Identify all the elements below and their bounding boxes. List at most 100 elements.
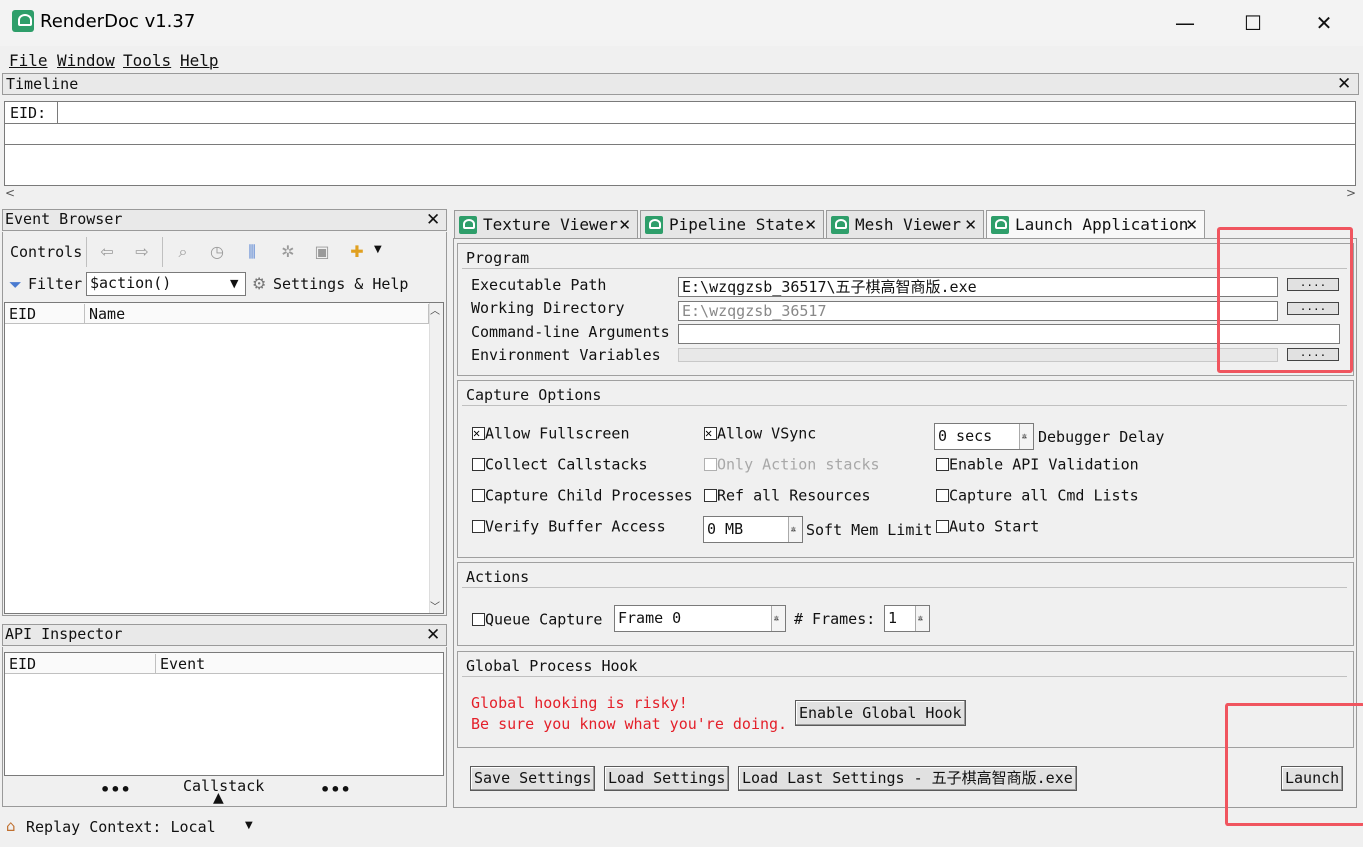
timeline-close-icon[interactable]: ✕ xyxy=(1337,74,1351,94)
tab-texture-viewer[interactable]: Texture Viewer ✕ xyxy=(454,210,638,238)
columns-icon[interactable]: ⫼ xyxy=(241,241,263,263)
soft-mem-limit-input[interactable]: 0 MB xyxy=(703,516,803,543)
previous-icon[interactable]: ⇦ xyxy=(96,241,118,263)
group-divider xyxy=(462,268,1347,269)
menu-help[interactable]: Help xyxy=(180,51,219,70)
api-column-eid[interactable]: EID xyxy=(5,654,156,674)
working-directory-input[interactable]: E:\wzqgzsb_36517 xyxy=(678,301,1278,321)
auto-start-option[interactable]: Auto Start xyxy=(936,517,1039,536)
group-divider xyxy=(462,405,1347,406)
environment-variables-label: Environment Variables xyxy=(471,346,661,364)
checkbox-icon[interactable] xyxy=(472,520,485,533)
queue-capture-option[interactable]: Queue Capture xyxy=(472,610,602,629)
settings-help-button[interactable]: Settings & Help xyxy=(273,275,408,293)
global-process-hook-title: Global Process Hook xyxy=(466,657,638,675)
spinner-icon[interactable] xyxy=(788,517,802,542)
verify-buffer-access-option[interactable]: Verify Buffer Access xyxy=(472,517,666,536)
allow-fullscreen-option[interactable]: Allow Fullscreen xyxy=(472,424,630,443)
capture-child-processes-option[interactable]: Capture Child Processes xyxy=(472,486,693,505)
callstack-expand-icon[interactable]: ▲ xyxy=(213,790,224,806)
executable-path-label: Executable Path xyxy=(471,276,607,294)
checkbox-icon[interactable] xyxy=(472,458,485,471)
save-icon[interactable]: ▣ xyxy=(311,241,333,263)
load-settings-button[interactable]: Load Settings xyxy=(604,766,730,791)
timeline-eid-label: EID: xyxy=(10,104,47,122)
checkbox-icon[interactable] xyxy=(936,489,949,502)
checkbox-icon[interactable] xyxy=(704,489,717,502)
checkbox-icon[interactable] xyxy=(936,520,949,533)
scroll-down-icon[interactable]: ﹀ xyxy=(430,598,440,613)
spinner-icon[interactable] xyxy=(915,606,929,631)
event-list[interactable] xyxy=(4,302,444,614)
event-browser-title: Event Browser xyxy=(5,210,123,228)
queue-frame-input[interactable]: Frame 0 xyxy=(614,605,786,632)
frames-count-input[interactable]: 1 xyxy=(884,605,930,632)
spinner-icon[interactable] xyxy=(1019,424,1033,449)
renderdoc-tab-icon xyxy=(831,216,849,234)
column-eid[interactable]: EID xyxy=(5,304,85,324)
bookmark-icon[interactable]: ✲ xyxy=(277,241,299,263)
renderdoc-tab-icon xyxy=(459,216,477,234)
menu-file[interactable]: File xyxy=(9,51,48,70)
minimize-button[interactable]: — xyxy=(1150,0,1220,46)
menu-window[interactable]: Window xyxy=(57,51,115,70)
tab-launch-application[interactable]: Launch Application ✕ xyxy=(986,210,1205,238)
timeline-divider xyxy=(5,123,1355,124)
next-icon[interactable]: ⇨ xyxy=(131,241,153,263)
column-name[interactable]: Name xyxy=(85,304,429,324)
scroll-right-icon[interactable]: > xyxy=(1346,186,1356,200)
gear-icon: ⚙ xyxy=(252,274,267,293)
splitter-dots-left[interactable]: ••• xyxy=(100,780,131,799)
scroll-up-icon[interactable]: ︿ xyxy=(430,302,440,317)
api-column-event[interactable]: Event xyxy=(156,654,443,674)
find-icon[interactable]: ⌕ xyxy=(172,241,194,263)
capture-all-cmd-lists-option[interactable]: Capture all Cmd Lists xyxy=(936,486,1139,505)
tab-pipeline-state[interactable]: Pipeline State ✕ xyxy=(640,210,824,238)
timeline-divider xyxy=(5,144,1355,145)
executable-path-input[interactable]: E:\wzqgzsb_36517\五子棋高智商版.exe xyxy=(678,277,1278,297)
menu-tools[interactable]: Tools xyxy=(123,51,171,70)
timer-icon[interactable]: ◷ xyxy=(206,241,228,263)
global-hook-warning-line2: Be sure you know what you're doing. xyxy=(471,715,788,733)
checkbox-icon[interactable] xyxy=(472,489,485,502)
allow-vsync-option[interactable]: Allow VSync xyxy=(704,424,816,443)
checkbox-checked-icon[interactable] xyxy=(472,425,485,441)
scroll-left-icon[interactable]: < xyxy=(5,186,15,200)
puzzle-icon[interactable]: ✚ xyxy=(346,241,368,263)
tab-mesh-viewer[interactable]: Mesh Viewer ✕ xyxy=(826,210,984,238)
api-inspector-title: API Inspector xyxy=(5,625,123,643)
tab-close-icon[interactable]: ✕ xyxy=(964,211,977,239)
enable-api-validation-option[interactable]: Enable API Validation xyxy=(936,455,1139,474)
load-last-settings-button[interactable]: Load Last Settings - 五子棋高智商版.exe xyxy=(738,766,1077,791)
toolbar-divider xyxy=(86,237,87,267)
spinner-icon[interactable] xyxy=(771,606,785,631)
maximize-button[interactable]: ☐ xyxy=(1218,0,1288,46)
save-settings-button[interactable]: Save Settings xyxy=(470,766,596,791)
replay-context-status[interactable]: Replay Context: Local xyxy=(26,818,216,836)
timeline-scrollbar[interactable] xyxy=(4,187,1357,203)
filter-dropdown-icon[interactable]: ▼ xyxy=(230,277,238,290)
replay-context-dropdown-icon[interactable]: ▼ xyxy=(245,820,253,831)
api-inspector-close-icon[interactable]: ✕ xyxy=(426,625,440,645)
checkbox-checked-icon[interactable] xyxy=(704,425,717,441)
checkbox-disabled-icon xyxy=(704,458,717,471)
soft-mem-limit-label: Soft Mem Limit xyxy=(806,521,933,539)
tab-close-icon[interactable]: ✕ xyxy=(1185,211,1198,239)
chevron-down-icon[interactable]: ▼ xyxy=(374,244,382,255)
checkbox-icon[interactable] xyxy=(472,613,485,626)
actions-title: Actions xyxy=(466,568,530,586)
annotation-highlight-browse xyxy=(1217,227,1353,373)
close-window-button[interactable]: ✕ xyxy=(1289,0,1359,46)
ref-all-resources-option[interactable]: Ref all Resources xyxy=(704,486,871,505)
event-browser-close-icon[interactable]: ✕ xyxy=(426,210,440,230)
splitter-dots-right[interactable]: ••• xyxy=(320,780,351,799)
enable-global-hook-button[interactable]: Enable Global Hook xyxy=(795,700,966,726)
event-list-scrollbar[interactable] xyxy=(429,303,443,613)
filter-input[interactable]: $action() xyxy=(86,272,246,296)
tab-close-icon[interactable]: ✕ xyxy=(804,211,817,239)
debugger-delay-input[interactable]: 0 secs xyxy=(934,423,1034,450)
collect-callstacks-option[interactable]: Collect Callstacks xyxy=(472,455,648,474)
checkbox-icon[interactable] xyxy=(936,458,949,471)
group-divider xyxy=(462,676,1347,677)
tab-close-icon[interactable]: ✕ xyxy=(618,211,631,239)
